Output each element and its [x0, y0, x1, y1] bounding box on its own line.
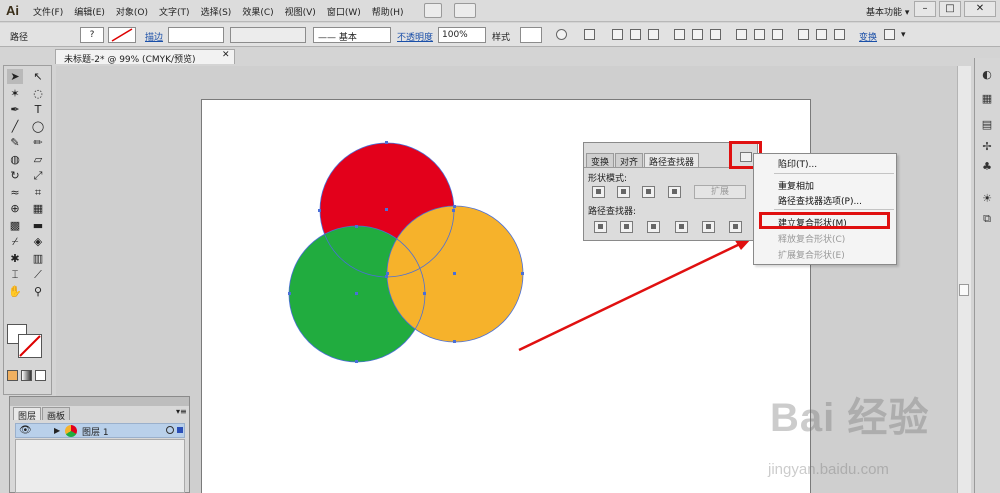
color-mode-icon[interactable]	[7, 370, 18, 381]
scale-tool-icon[interactable]: ⤢	[30, 168, 46, 183]
menu-item-trap[interactable]: 陷印(T)...	[778, 157, 817, 170]
artboard-tool-icon[interactable]: ⌶	[7, 267, 23, 282]
column-graph-tool-icon[interactable]: ▥	[30, 251, 46, 266]
scrollbar-thumb[interactable]	[959, 284, 969, 296]
trim-button[interactable]	[620, 221, 633, 233]
layers-list	[15, 439, 185, 493]
no-color-icon	[19, 335, 41, 357]
direct-selection-tool-icon[interactable]: ↖	[30, 69, 46, 84]
selection-indicator[interactable]	[177, 427, 183, 433]
expand-button[interactable]: 扩展	[694, 185, 746, 199]
swatches-icon[interactable]: ▤	[980, 118, 994, 132]
stroke-panel-icon[interactable]: ☀	[980, 192, 994, 206]
blob-brush-tool-icon[interactable]: ◍	[7, 152, 23, 167]
tab-pathfinder[interactable]: 路径查找器	[644, 153, 700, 168]
tab-transform[interactable]: 变换	[586, 153, 615, 168]
gradient-mode-icon[interactable]	[21, 370, 32, 381]
merge-button[interactable]	[647, 221, 660, 233]
layers-panel-header	[10, 397, 189, 406]
eyedropper-tool-icon[interactable]: ⌿	[7, 234, 23, 249]
symbols-icon[interactable]: ♣	[980, 160, 994, 174]
slice-tool-icon[interactable]: ⟋	[30, 267, 46, 282]
menu-separator	[774, 173, 894, 174]
pathfinders-label: 路径查找器:	[588, 207, 637, 217]
menu-item-repeat-add[interactable]: 重复相加	[778, 179, 814, 192]
rotate-tool-icon[interactable]: ↻	[7, 168, 23, 183]
zoom-tool-icon[interactable]: ⚲	[30, 284, 46, 299]
menu-item-highlight	[759, 212, 890, 229]
type-tool-icon[interactable]: T	[30, 102, 46, 117]
color-guide-icon[interactable]: ▦	[980, 92, 994, 106]
shape-builder-tool-icon[interactable]: ⊕	[7, 201, 23, 216]
eraser-tool-icon[interactable]: ▱	[30, 152, 46, 167]
gradient-tool-icon[interactable]: ▬	[30, 218, 46, 233]
tools-panel: ➤ ↖ ✶ ◌ ✒ T ╱ ◯ ✎ ✏ ◍ ▱ ↻ ⤢ ≈ ⌗ ⊕ ▦ ▩ ▬ …	[3, 65, 52, 395]
watermark-logo: Bai 经验	[770, 396, 930, 440]
appearance-icon[interactable]: ⧉	[980, 212, 994, 226]
minus-back-button[interactable]	[729, 221, 742, 233]
color-panel-icon[interactable]: ◐	[980, 68, 994, 82]
watermark-url: jingyan.baidu.com	[768, 461, 889, 478]
menu-separator	[774, 209, 894, 210]
ellipse-tool-icon[interactable]: ◯	[30, 119, 46, 134]
expand-arrow-icon[interactable]: ▶	[54, 426, 60, 435]
symbol-sprayer-tool-icon[interactable]: ✱	[7, 251, 23, 266]
pen-tool-icon[interactable]: ✒	[7, 102, 23, 117]
width-tool-icon[interactable]: ≈	[7, 185, 23, 200]
tab-artboards[interactable]: 画板	[42, 407, 71, 422]
blend-tool-icon[interactable]: ◈	[30, 234, 46, 249]
vertical-scrollbar[interactable]	[957, 66, 971, 493]
stroke-color-box[interactable]	[18, 334, 42, 358]
intersect-button[interactable]	[642, 186, 655, 198]
divide-button[interactable]	[594, 221, 607, 233]
pencil-tool-icon[interactable]: ✏	[30, 135, 46, 150]
free-transform-tool-icon[interactable]: ⌗	[30, 185, 46, 200]
pathfinder-flyout-menu: 陷印(T)... 重复相加 路径查找器选项(P)... 建立复合形状(M) 释放…	[753, 153, 897, 265]
target-icon[interactable]	[166, 426, 174, 434]
unite-button[interactable]	[592, 186, 605, 198]
layer-name[interactable]: 图层 1	[82, 425, 109, 438]
selection-tool-icon[interactable]: ➤	[7, 69, 23, 84]
minus-front-button[interactable]	[617, 186, 630, 198]
paintbrush-tool-icon[interactable]: ✎	[7, 135, 23, 150]
visibility-eye-icon[interactable]: 👁	[19, 425, 32, 436]
exclude-button[interactable]	[668, 186, 681, 198]
none-mode-icon[interactable]	[35, 370, 46, 381]
layer-row[interactable]: 👁 ▶ 图层 1	[15, 423, 185, 438]
lasso-tool-icon[interactable]: ◌	[30, 86, 46, 101]
layers-panel: 图层 画板 ▾≡ 👁 ▶ 图层 1	[9, 396, 190, 493]
outline-button[interactable]	[702, 221, 715, 233]
brushes-icon[interactable]: ✢	[980, 140, 994, 154]
layer-thumbnail	[65, 425, 77, 437]
layers-menu-icon[interactable]: ▾≡	[176, 407, 187, 416]
mesh-tool-icon[interactable]: ▩	[7, 218, 23, 233]
menu-item-expand-compound-shape[interactable]: 扩展复合形状(E)	[778, 248, 845, 261]
tab-layers[interactable]: 图层	[13, 407, 42, 422]
perspective-grid-tool-icon[interactable]: ▦	[30, 201, 46, 216]
menu-item-pathfinder-options[interactable]: 路径查找器选项(P)...	[778, 194, 862, 207]
menu-item-release-compound-shape[interactable]: 释放复合形状(C)	[778, 232, 845, 245]
tab-align[interactable]: 对齐	[615, 153, 644, 168]
hand-tool-icon[interactable]: ✋	[7, 284, 23, 299]
shape-modes-label: 形状模式:	[588, 174, 628, 184]
magic-wand-tool-icon[interactable]: ✶	[7, 86, 23, 101]
annotation-arrow	[518, 241, 743, 352]
crop-button[interactable]	[675, 221, 688, 233]
line-tool-icon[interactable]: ╱	[7, 119, 23, 134]
